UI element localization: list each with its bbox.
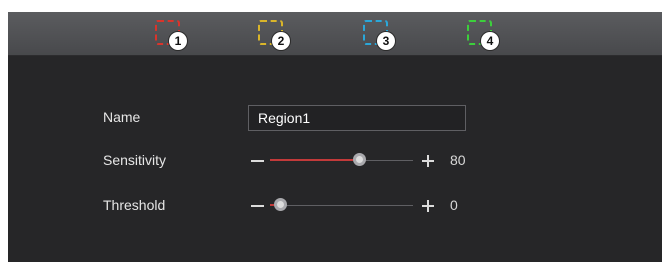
- sensitivity-slider[interactable]: [270, 153, 413, 166]
- threshold-slider-thumb[interactable]: [274, 198, 287, 211]
- threshold-decrease-button[interactable]: [251, 205, 264, 207]
- region-4-button[interactable]: 4: [465, 17, 505, 51]
- region-3-number: 3: [377, 32, 395, 50]
- motion-region-panel: 1 2 3 4 Name Sensitivity 80 Threshold 0: [8, 12, 662, 262]
- region-2-number: 2: [272, 32, 290, 50]
- sensitivity-slider-thumb[interactable]: [352, 153, 366, 166]
- sensitivity-label: Sensitivity: [103, 152, 167, 168]
- region-3-button[interactable]: 3: [361, 17, 401, 51]
- threshold-value: 0: [450, 197, 458, 213]
- threshold-label: Threshold: [103, 197, 166, 213]
- threshold-slider[interactable]: [270, 198, 413, 211]
- name-input[interactable]: [248, 105, 466, 131]
- region-2-button[interactable]: 2: [256, 17, 296, 51]
- region-4-number: 4: [481, 32, 499, 50]
- name-label: Name: [103, 109, 141, 125]
- sensitivity-slider-fill: [270, 159, 359, 161]
- region-selector-bar: 1 2 3 4: [8, 12, 662, 56]
- sensitivity-decrease-button[interactable]: [251, 160, 264, 162]
- region-1-number: 1: [169, 32, 187, 50]
- threshold-increase-button[interactable]: [422, 200, 434, 212]
- sensitivity-increase-button[interactable]: [422, 155, 434, 167]
- region-1-button[interactable]: 1: [153, 17, 193, 51]
- sensitivity-value: 80: [450, 152, 466, 168]
